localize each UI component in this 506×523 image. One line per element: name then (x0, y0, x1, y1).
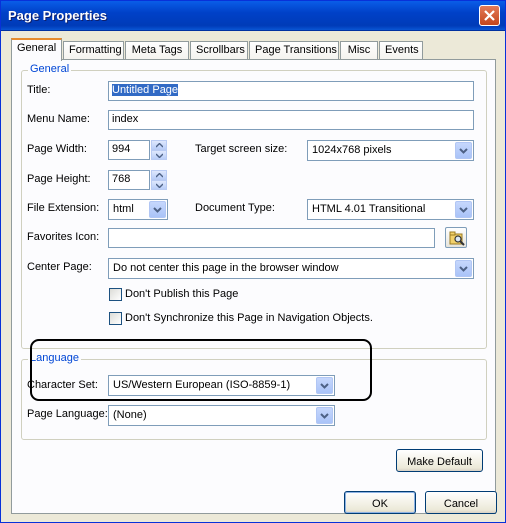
page-language-label: Page Language: (27, 408, 108, 420)
page-language-dropdown-button[interactable] (316, 407, 333, 424)
page-width-field[interactable]: 994 (108, 140, 150, 160)
title-bar[interactable]: Page Properties (1, 1, 505, 31)
ok-button[interactable]: OK (344, 491, 416, 514)
page-width-label: Page Width: (27, 143, 87, 155)
file-extension-label: File Extension: (27, 202, 100, 214)
target-screen-label: Target screen size: (195, 143, 288, 155)
browse-favicon-button[interactable] (445, 227, 467, 248)
center-page-label: Center Page: (27, 261, 92, 273)
page-height-label: Page Height: (27, 173, 91, 185)
title-field[interactable]: Untitled Page (108, 81, 474, 101)
title-field-value: Untitled Page (112, 84, 179, 96)
file-extension-select[interactable]: html (108, 199, 168, 220)
general-group-label: General (28, 63, 72, 75)
make-default-button[interactable]: Make Default (396, 449, 483, 472)
tab-scrollbars[interactable]: Scrollbars (190, 41, 248, 60)
favorites-icon-label: Favorites Icon: (27, 231, 100, 243)
menu-name-label: Menu Name: (27, 113, 90, 125)
document-type-dropdown-button[interactable] (455, 201, 472, 218)
target-screen-select[interactable]: 1024x768 pixels (307, 140, 474, 161)
target-screen-value: 1024x768 pixels (312, 144, 392, 156)
file-extension-value: html (113, 203, 134, 215)
dialog-body: General Formatting Meta Tags Scrollbars … (5, 32, 502, 520)
tab-events[interactable]: Events (379, 41, 423, 60)
page-height-spinner[interactable] (151, 170, 167, 190)
window-title: Page Properties (8, 8, 107, 23)
dont-sync-label[interactable]: Don't Synchronize this Page in Navigatio… (125, 312, 373, 324)
general-tab-panel: General Title: Untitled Page Menu Name: … (11, 59, 496, 514)
arrow-down-icon (156, 183, 163, 188)
close-icon (484, 10, 495, 21)
chevron-down-icon (153, 207, 162, 213)
menu-name-field[interactable]: index (108, 110, 474, 130)
center-page-select[interactable]: Do not center this page in the browser w… (108, 258, 474, 279)
cancel-button[interactable]: Cancel (425, 491, 497, 514)
language-highlight-outline (30, 339, 372, 401)
dont-publish-label[interactable]: Don't Publish this Page (125, 288, 238, 300)
page-language-select[interactable]: (None) (108, 405, 335, 426)
page-height-field[interactable]: 768 (108, 170, 150, 190)
browse-folder-icon (449, 231, 465, 246)
title-label: Title: (27, 84, 51, 96)
arrow-up-icon (156, 173, 163, 178)
dont-publish-checkbox[interactable] (109, 288, 122, 301)
spin-down-button[interactable] (151, 150, 167, 160)
center-page-dropdown-button[interactable] (455, 260, 472, 277)
file-extension-dropdown-button[interactable] (149, 201, 166, 218)
tab-meta-tags[interactable]: Meta Tags (125, 41, 189, 60)
tab-page-transitions[interactable]: Page Transitions (249, 41, 339, 60)
document-type-select[interactable]: HTML 4.01 Transitional (307, 199, 474, 220)
spin-down-button[interactable] (151, 180, 167, 190)
chevron-down-icon (459, 148, 468, 154)
chevron-down-icon (459, 266, 468, 272)
chevron-down-icon (320, 413, 329, 419)
tab-formatting[interactable]: Formatting (63, 41, 124, 60)
dont-sync-checkbox[interactable] (109, 312, 122, 325)
arrow-up-icon (156, 143, 163, 148)
tab-misc[interactable]: Misc (340, 41, 378, 60)
document-type-value: HTML 4.01 Transitional (312, 203, 426, 215)
favorites-icon-field[interactable] (108, 228, 435, 248)
arrow-down-icon (156, 153, 163, 158)
page-width-spinner[interactable] (151, 140, 167, 160)
close-button[interactable] (479, 5, 500, 26)
chevron-down-icon (459, 207, 468, 213)
target-screen-dropdown-button[interactable] (455, 142, 472, 159)
spin-up-button[interactable] (151, 140, 167, 150)
page-language-value: (None) (113, 409, 147, 421)
center-page-value: Do not center this page in the browser w… (113, 262, 339, 274)
tab-general[interactable]: General (11, 38, 62, 61)
page-properties-dialog: Page Properties General Formatting Meta … (0, 0, 506, 523)
spin-up-button[interactable] (151, 170, 167, 180)
document-type-label: Document Type: (195, 202, 275, 214)
